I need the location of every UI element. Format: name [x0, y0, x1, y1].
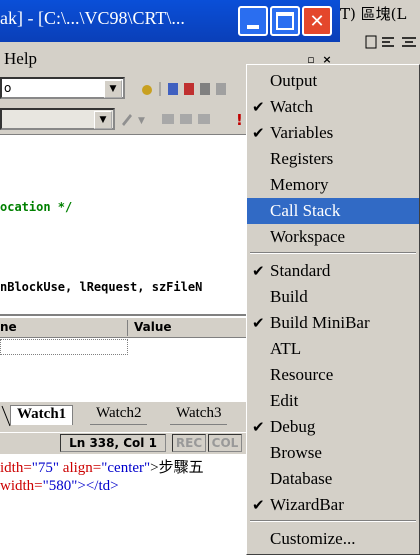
maximize-button[interactable]	[270, 6, 300, 36]
menu-item-label: Call Stack	[270, 201, 341, 220]
html-line-2: width="580"></td>	[0, 478, 119, 495]
menu-item-build-minibar[interactable]: ✔ Build MiniBar	[247, 310, 419, 336]
attr-value: "75"	[31, 460, 60, 476]
menu-separator	[250, 520, 416, 522]
menu-help[interactable]: Help	[4, 49, 37, 69]
minimize-icon	[247, 25, 259, 29]
menu-item-atl[interactable]: ATL	[247, 336, 419, 362]
menu-item-label: Debug	[270, 417, 316, 436]
watch-column-value[interactable]: Value	[134, 320, 244, 336]
menu-item-standard[interactable]: ✔ Standard	[247, 258, 419, 284]
checkmark-icon: ✔	[252, 418, 265, 436]
html-tag: ></td>	[77, 478, 119, 494]
stop-build-icon	[198, 114, 210, 124]
status-rec: REC	[172, 434, 206, 452]
toolbar-icons	[142, 82, 226, 96]
window-title: ak] - [C:\...\VC98\CRT\...	[0, 8, 185, 28]
menu-item-resource[interactable]: Resource	[247, 362, 419, 388]
menu-item-label: ATL	[270, 339, 302, 358]
output-icon	[184, 83, 194, 95]
menu-item-edit[interactable]: Edit	[247, 388, 419, 414]
html-text: >步驟五	[150, 460, 204, 476]
watch-new-entry[interactable]	[0, 339, 128, 355]
tab-watch2[interactable]: Watch2	[90, 405, 148, 425]
binoculars-icon	[142, 85, 152, 95]
window-list-icon	[200, 83, 210, 95]
menu-item-customize[interactable]: Customize...	[247, 526, 419, 552]
minimize-button[interactable]	[238, 6, 268, 36]
menu-item-label: WizardBar	[270, 495, 344, 514]
wizardbar-combo[interactable]: ▼	[0, 108, 115, 130]
toolbar-icons-row1	[138, 80, 248, 98]
menu-separator	[250, 252, 416, 254]
code-line-args: nBlockUse, lRequest, szFileN	[0, 280, 203, 294]
alignment-toolbar	[364, 34, 420, 52]
tab-watch3[interactable]: Watch3	[170, 405, 228, 425]
find-combo[interactable]: o ▼	[0, 77, 125, 99]
menu-item-label: Output	[270, 71, 318, 90]
menu-item-call-stack[interactable]: Call Stack	[247, 198, 419, 224]
build-icon	[162, 114, 174, 124]
attr-value: "580"	[42, 478, 78, 494]
help-icon	[216, 83, 226, 95]
menu-item-debug[interactable]: ✔ Debug	[247, 414, 419, 440]
tab-watch1[interactable]: Watch1	[10, 405, 74, 425]
status-col: COL	[208, 434, 242, 452]
menu-item-label: Edit	[270, 391, 299, 410]
menu-item-label: Workspace	[270, 227, 346, 246]
menu-item-label: Build MiniBar	[270, 313, 370, 332]
toolbar-icons-disabled: ▼ !	[122, 111, 243, 129]
attr-value: "center"	[101, 460, 151, 476]
menu-item-registers[interactable]: Registers	[247, 146, 419, 172]
menu-item-database[interactable]: Database	[247, 466, 419, 492]
code-line-comment: ocation */	[0, 200, 73, 214]
maximize-icon	[276, 12, 294, 30]
workspace-icon	[168, 83, 178, 95]
menu-item-label: Standard	[270, 261, 331, 280]
attr-name: width=	[0, 478, 43, 494]
menu-item-variables[interactable]: ✔ Variables	[247, 120, 419, 146]
menu-item-label: Resource	[270, 365, 334, 384]
close-icon: ✕	[309, 10, 325, 32]
menu-item-memory[interactable]: Memory	[247, 172, 419, 198]
watch-column-name[interactable]: ne	[0, 320, 128, 336]
menu-item-label: Database	[270, 469, 333, 488]
menu-item-build[interactable]: Build	[247, 284, 419, 310]
toolbar-icons-row2: ▼ !	[118, 110, 248, 129]
chevron-down-icon[interactable]: ▼	[94, 111, 112, 129]
menu-item-label: Variables	[270, 123, 334, 142]
menu-item-browse[interactable]: Browse	[247, 440, 419, 466]
menu-item-label: Memory	[270, 175, 329, 194]
menu-item-wizardbar[interactable]: ✔ WizardBar	[247, 492, 419, 518]
chevron-down-icon[interactable]: ▼	[104, 80, 122, 98]
checkmark-icon: ✔	[252, 496, 265, 514]
close-button[interactable]: ✕	[302, 6, 332, 36]
svg-text:▼: ▼	[138, 116, 145, 126]
attr-name: idth=	[0, 460, 32, 476]
menu-item-label: Watch	[270, 97, 313, 116]
execute-icon: !	[236, 111, 243, 128]
menu-item-workspace[interactable]: Workspace	[247, 224, 419, 250]
cursor-position: Ln 338, Col 1	[60, 434, 166, 452]
checkmark-icon: ✔	[252, 314, 265, 332]
checkmark-icon: ✔	[252, 124, 265, 142]
menu-item-label: Registers	[270, 149, 334, 168]
menu-item-output[interactable]: Output	[247, 68, 419, 94]
menu-item-watch[interactable]: ✔ Watch	[247, 94, 419, 120]
background-menu-text: T) 區塊(L	[340, 5, 407, 23]
checkmark-icon: ✔	[252, 98, 265, 116]
find-combo-value: o	[4, 81, 12, 95]
wand-icon	[122, 114, 132, 126]
menu-item-label: Customize...	[270, 529, 356, 548]
menu-item-label: Build	[270, 287, 308, 306]
menu-item-label: Browse	[270, 443, 322, 462]
compile-icon	[180, 114, 192, 124]
html-line-1: idth="75" align="center">步驟五	[0, 456, 204, 477]
align-icons	[365, 35, 416, 49]
attr-name: align=	[59, 460, 102, 476]
checkmark-icon: ✔	[252, 262, 265, 280]
